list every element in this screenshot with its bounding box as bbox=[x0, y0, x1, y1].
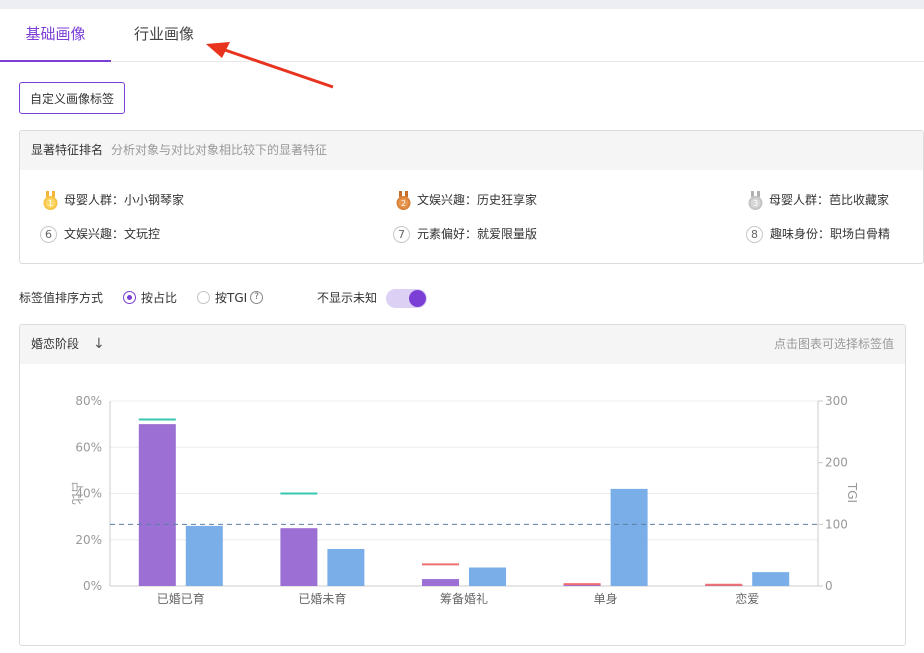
x-tick-label: 已婚未育 bbox=[298, 591, 346, 606]
bar-comparison bbox=[752, 572, 790, 586]
y-tick-label: 60% bbox=[75, 440, 102, 454]
marital-stage-chart[interactable]: 0%20%40%60%80%0100200300占比 TGI已婚已育 已婚未育 筹备婚… bbox=[0, 0, 924, 653]
bar-comparison bbox=[327, 549, 365, 586]
y-tick-label: 0% bbox=[83, 579, 102, 593]
x-tick-label: 筹备婚礼 bbox=[440, 591, 488, 606]
x-tick-label: 已婚已育 bbox=[157, 591, 205, 606]
bar-sample bbox=[280, 528, 318, 586]
y2-tick-label: 200 bbox=[825, 456, 848, 470]
x-tick-label: 恋爱 bbox=[735, 591, 759, 606]
bar-comparison bbox=[610, 488, 648, 586]
bar-comparison bbox=[469, 567, 506, 586]
y2-axis-title: TGI bbox=[845, 482, 859, 503]
bar-comparison bbox=[185, 525, 223, 586]
y-axis-title: 占比 bbox=[70, 481, 85, 505]
y-tick-label: 20% bbox=[75, 533, 102, 547]
x-tick-label: 单身 bbox=[594, 591, 618, 606]
y-tick-label: 80% bbox=[75, 394, 102, 408]
bar-sample bbox=[138, 424, 176, 586]
y2-tick-label: 300 bbox=[825, 394, 848, 408]
y2-tick-label: 100 bbox=[825, 517, 848, 531]
y2-tick-label: 0 bbox=[825, 579, 833, 593]
bar-sample bbox=[422, 579, 459, 586]
